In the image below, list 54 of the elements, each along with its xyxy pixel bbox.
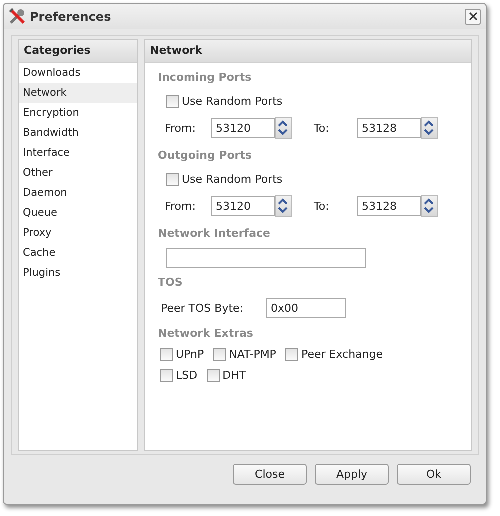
category-item[interactable]: Bandwidth bbox=[19, 123, 137, 143]
panel-header: Network bbox=[145, 40, 471, 63]
section-heading: TOS bbox=[158, 275, 184, 291]
field-label: To: bbox=[314, 200, 330, 212]
tools-icon bbox=[9, 8, 26, 25]
category-item[interactable]: Encryption bbox=[19, 103, 137, 123]
spinner-icon[interactable] bbox=[275, 117, 292, 139]
category-item[interactable]: Network bbox=[19, 83, 137, 103]
checkbox[interactable] bbox=[285, 348, 298, 361]
dialog-button[interactable]: Close bbox=[233, 464, 307, 485]
category-item[interactable]: Cache bbox=[19, 243, 137, 263]
close-button[interactable] bbox=[465, 8, 481, 24]
panel-header: Categories bbox=[19, 40, 137, 63]
category-item[interactable]: Plugins bbox=[19, 263, 137, 283]
field-label: Peer TOS Byte: bbox=[161, 302, 244, 314]
number-field[interactable]: 53120 bbox=[211, 118, 275, 138]
field-label: From: bbox=[165, 122, 197, 134]
section-heading: Network Extras bbox=[158, 326, 254, 342]
dialog-button[interactable]: Ok bbox=[397, 464, 471, 485]
section-heading: Outgoing Ports bbox=[158, 148, 254, 164]
text-field[interactable]: 0x00 bbox=[266, 298, 346, 318]
spinner-icon[interactable] bbox=[421, 195, 438, 217]
category-item[interactable]: Proxy bbox=[19, 223, 137, 243]
checkbox-label[interactable]: DHT bbox=[222, 369, 246, 382]
category-item[interactable]: Downloads bbox=[19, 63, 137, 83]
section-heading: Network Interface bbox=[158, 226, 272, 242]
spinner-icon[interactable] bbox=[421, 117, 438, 139]
checkbox[interactable] bbox=[213, 348, 226, 361]
checkbox[interactable] bbox=[160, 348, 173, 361]
checkbox-label[interactable]: Use Random Ports bbox=[182, 94, 283, 108]
checkbox-label[interactable]: Use Random Ports bbox=[182, 172, 283, 186]
text-field[interactable] bbox=[166, 248, 366, 268]
spinner-icon[interactable] bbox=[275, 195, 292, 217]
category-item[interactable]: Queue bbox=[19, 203, 137, 223]
close-icon bbox=[468, 12, 478, 21]
dialog-button[interactable]: Apply bbox=[315, 464, 389, 485]
checkbox[interactable] bbox=[206, 369, 220, 382]
field-label: From: bbox=[165, 200, 197, 212]
checkbox-label[interactable]: UPnP bbox=[176, 348, 204, 361]
checkbox[interactable] bbox=[166, 172, 179, 186]
field-label: To: bbox=[314, 122, 330, 134]
category-item[interactable]: Other bbox=[19, 163, 137, 183]
window-title: Preferences bbox=[30, 10, 112, 24]
number-field[interactable]: 53128 bbox=[357, 118, 421, 138]
checkbox-label[interactable]: Peer Exchange bbox=[301, 348, 383, 361]
number-field[interactable]: 53128 bbox=[357, 196, 421, 216]
checkbox[interactable] bbox=[166, 94, 179, 108]
section-heading: Incoming Ports bbox=[158, 70, 253, 86]
category-item[interactable]: Interface bbox=[19, 143, 137, 163]
category-item[interactable]: Daemon bbox=[19, 183, 137, 203]
checkbox[interactable] bbox=[160, 369, 173, 382]
checkbox-label[interactable]: NAT-PMP bbox=[229, 348, 276, 361]
checkbox-label[interactable]: LSD bbox=[176, 369, 198, 382]
number-field[interactable]: 53120 bbox=[211, 196, 275, 216]
